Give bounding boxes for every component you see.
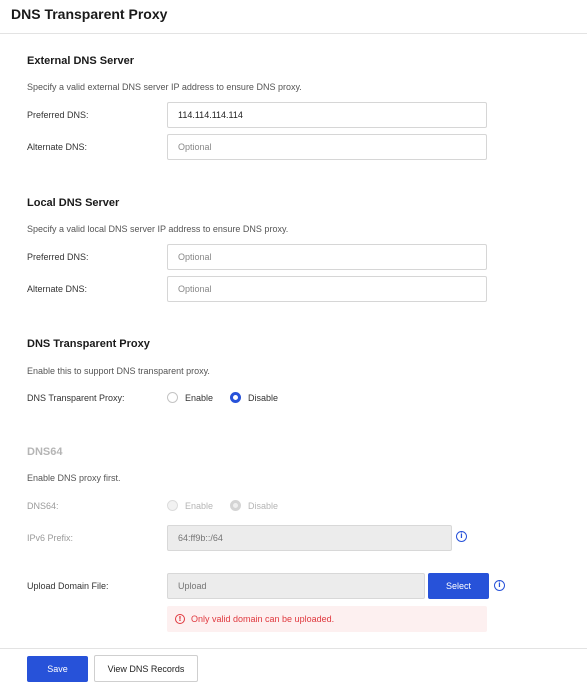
error-icon: ! bbox=[175, 614, 185, 624]
local-alternate-dns-label: Alternate DNS: bbox=[27, 284, 88, 294]
disable-radio-label: Disable bbox=[248, 392, 279, 403]
upload-error-text: Only valid domain can be uploaded. bbox=[191, 614, 335, 624]
external-preferred-dns-label: Preferred DNS: bbox=[27, 110, 89, 120]
transparent-proxy-section-title: DNS Transparent Proxy bbox=[27, 338, 150, 350]
transparent-proxy-disable-option[interactable]: Disable bbox=[230, 392, 278, 403]
local-preferred-dns-label: Preferred DNS: bbox=[27, 252, 89, 262]
transparent-proxy-label: DNS Transparent Proxy: bbox=[27, 393, 125, 403]
local-preferred-dns-input[interactable] bbox=[167, 244, 487, 270]
ipv6-prefix-info-icon[interactable]: i bbox=[456, 531, 467, 542]
upload-info-icon[interactable]: i bbox=[494, 580, 505, 591]
ipv6-prefix-label: IPv6 Prefix: bbox=[27, 533, 74, 543]
external-preferred-dns-input[interactable] bbox=[167, 102, 487, 128]
dns-transparent-proxy-page: DNS Transparent Proxy External DNS Serve… bbox=[0, 0, 587, 696]
local-dns-description: Specify a valid local DNS server IP addr… bbox=[27, 224, 289, 234]
save-button[interactable]: Save bbox=[27, 656, 88, 682]
header-divider bbox=[0, 33, 587, 34]
enable-radio-label: Enable bbox=[185, 392, 214, 403]
external-alternate-dns-input[interactable] bbox=[167, 134, 487, 160]
upload-error-message: ! Only valid domain can be uploaded. bbox=[167, 606, 487, 632]
dns64-radio-group: Enable Disable bbox=[167, 500, 295, 511]
dns64-label: DNS64: bbox=[27, 501, 59, 511]
dns64-disable-label: Disable bbox=[248, 500, 279, 511]
dns64-section-title: DNS64 bbox=[27, 446, 63, 458]
enable-radio[interactable] bbox=[167, 392, 178, 403]
external-alternate-dns-label: Alternate DNS: bbox=[27, 142, 88, 152]
upload-file-input[interactable] bbox=[167, 573, 425, 599]
external-dns-description: Specify a valid external DNS server IP a… bbox=[27, 82, 302, 92]
select-file-button[interactable]: Select bbox=[428, 573, 489, 599]
ipv6-prefix-input bbox=[167, 525, 452, 551]
disable-radio[interactable] bbox=[230, 392, 242, 403]
footer-divider bbox=[0, 648, 587, 649]
dns64-enable-option: Enable bbox=[167, 500, 213, 511]
upload-domain-file-label: Upload Domain File: bbox=[27, 581, 109, 591]
local-alternate-dns-input[interactable] bbox=[167, 276, 487, 302]
dns64-enable-radio bbox=[167, 500, 178, 511]
dns64-disable-radio bbox=[230, 500, 242, 511]
page-title: DNS Transparent Proxy bbox=[11, 6, 168, 22]
dns64-enable-label: Enable bbox=[185, 500, 214, 511]
external-dns-section-title: External DNS Server bbox=[27, 55, 134, 67]
dns64-description: Enable DNS proxy first. bbox=[27, 473, 121, 483]
transparent-proxy-radio-group: Enable Disable bbox=[167, 392, 295, 403]
view-dns-records-button[interactable]: View DNS Records bbox=[94, 655, 198, 682]
transparent-proxy-enable-option[interactable]: Enable bbox=[167, 392, 213, 403]
dns64-disable-option: Disable bbox=[230, 500, 278, 511]
local-dns-section-title: Local DNS Server bbox=[27, 197, 120, 209]
transparent-proxy-description: Enable this to support DNS transparent p… bbox=[27, 366, 210, 376]
